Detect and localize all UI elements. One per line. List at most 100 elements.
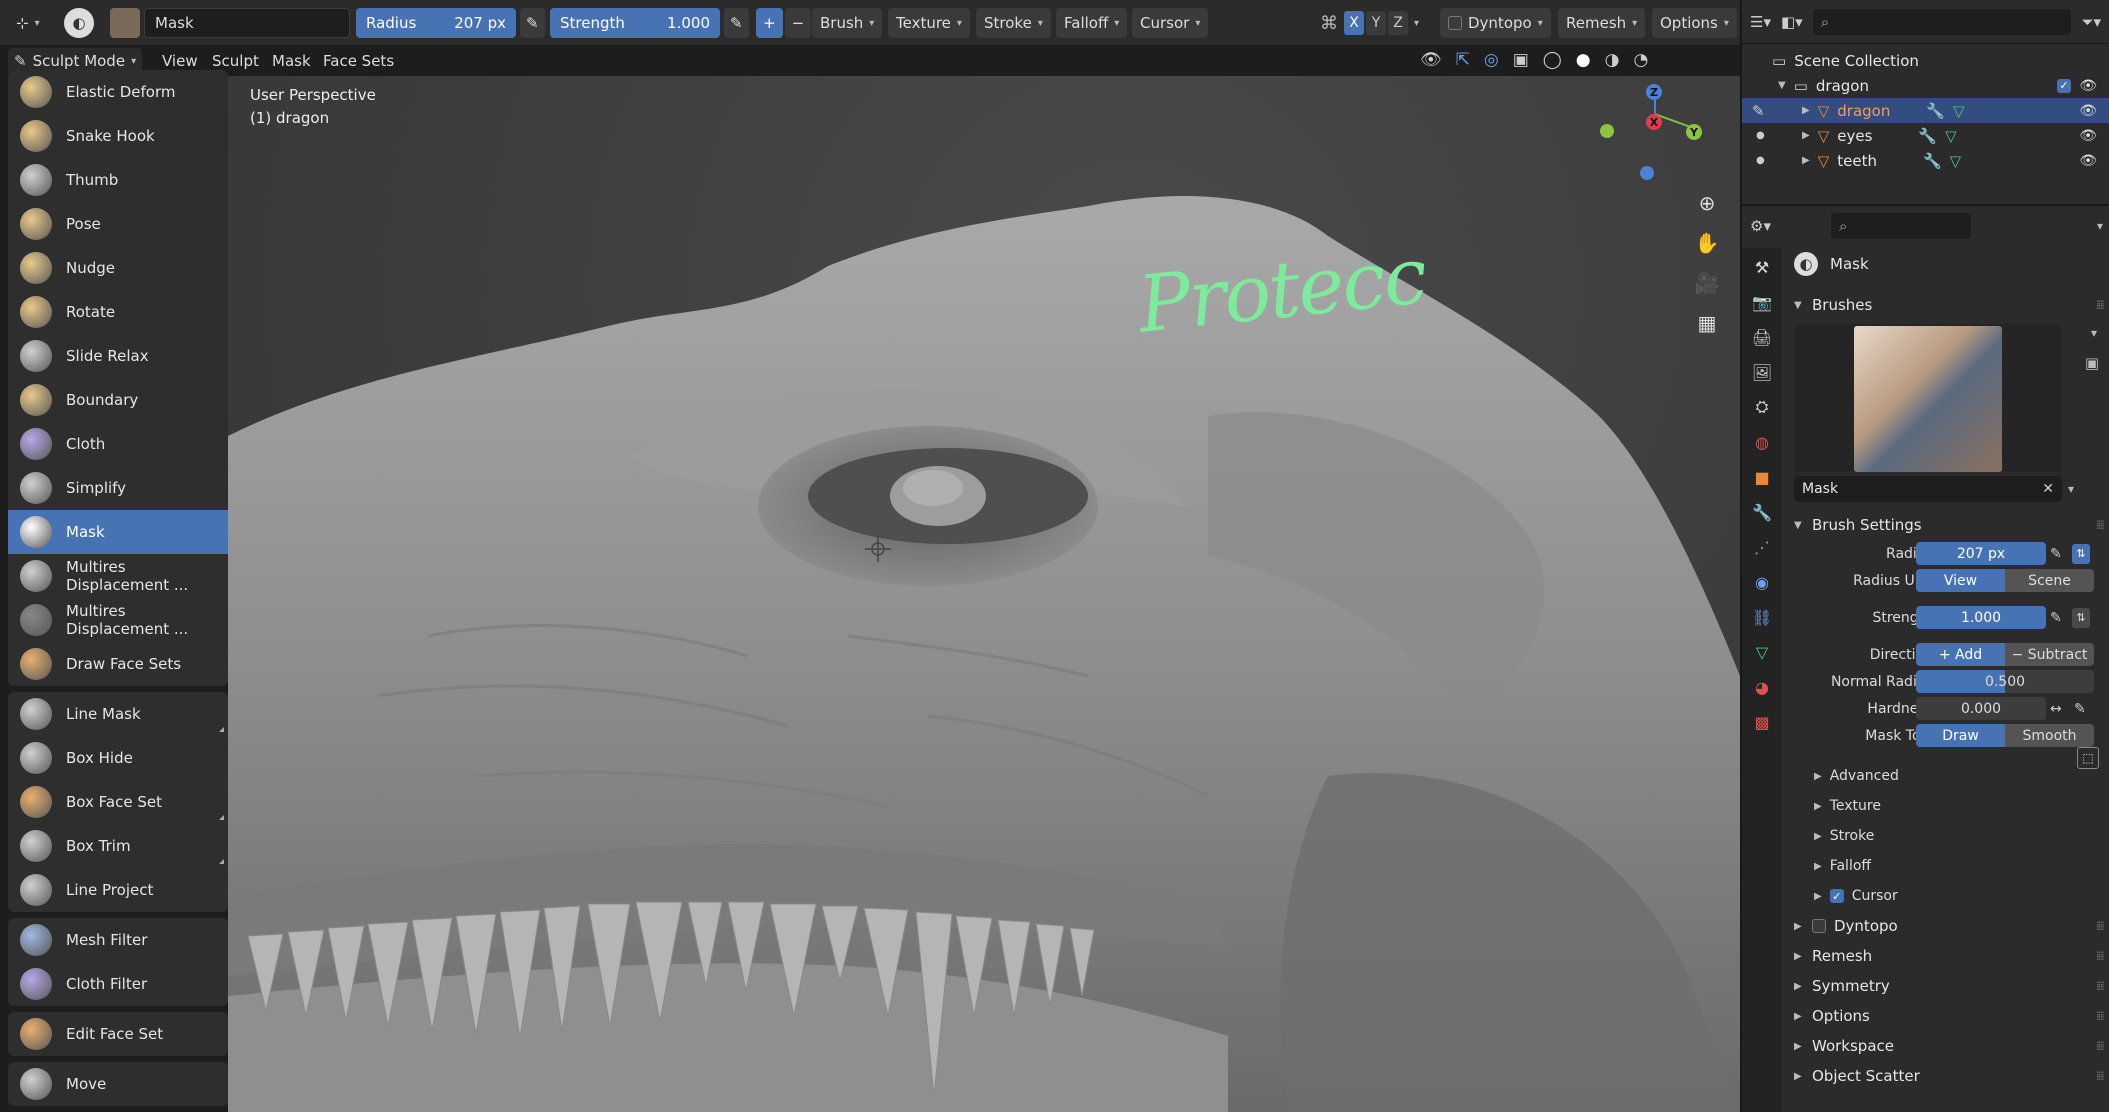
dyntopo-checkbox[interactable] bbox=[1448, 16, 1462, 30]
tool-box-face-set[interactable]: Box Face Set bbox=[8, 780, 228, 824]
mesh-data-icon[interactable]: ▽ bbox=[1945, 127, 1957, 145]
workspace-panel-header[interactable]: ▶ Workspace ⁞⁞⁞⁞ bbox=[1782, 1031, 2109, 1061]
gizmo-toggle-icon[interactable]: ⇱ bbox=[1456, 50, 1470, 70]
mask-tool-draw-option[interactable]: Draw bbox=[1916, 724, 2005, 747]
pen-pressure-icon[interactable]: ✎ bbox=[2050, 546, 2062, 562]
remesh-menu[interactable]: Remesh ▾ bbox=[1558, 8, 1646, 38]
texture-subpanel[interactable]: ▶ Texture bbox=[1782, 791, 2109, 821]
brush-menu-dropdown-icon[interactable]: ▾ bbox=[2068, 482, 2074, 496]
active-tool-icon[interactable]: ◐ bbox=[64, 8, 94, 38]
normal-radius-slider[interactable]: 0.500 bbox=[1916, 670, 2094, 693]
material-shading-icon[interactable]: ◑ bbox=[1605, 50, 1620, 70]
direction-subtract-option[interactable]: − Subtract bbox=[2005, 643, 2094, 666]
tool-tab-icon[interactable]: ⚒ bbox=[1750, 254, 1774, 280]
falloff-subpanel[interactable]: ▶ Falloff bbox=[1782, 851, 2109, 881]
z-axis-icon[interactable]: Z bbox=[1646, 84, 1662, 100]
texture-menu[interactable]: Texture ▾ bbox=[888, 8, 970, 38]
strength-value-field[interactable]: 1.000 bbox=[1916, 606, 2046, 629]
tool-simplify[interactable]: Simplify bbox=[8, 466, 228, 510]
cursor-checkbox[interactable]: ✓ bbox=[1829, 889, 1844, 903]
brush-list-dropdown-icon[interactable]: ▾ bbox=[2091, 326, 2097, 340]
tool-nudge[interactable]: Nudge bbox=[8, 246, 228, 290]
modifier-wrench-icon[interactable]: 🔧 bbox=[1918, 127, 1937, 145]
visibility-eye-icon[interactable]: 👁 bbox=[2079, 153, 2097, 169]
view-menu[interactable]: View bbox=[162, 52, 198, 70]
expand-icon[interactable]: ▶ bbox=[1802, 130, 1810, 141]
brush-image-icon[interactable]: ▣ bbox=[2085, 354, 2099, 372]
filter-icon[interactable]: ⏷▾ bbox=[2081, 13, 2101, 31]
symmetry-panel-header[interactable]: ▶ Symmetry ⁞⁞⁞⁞ bbox=[1782, 971, 2109, 1001]
visibility-eye-icon[interactable]: 👁 bbox=[2079, 103, 2097, 119]
radius-pressure-button[interactable]: ✎ bbox=[520, 8, 545, 38]
outliner-row-teeth[interactable]: ● ▶ ▽ teeth 🔧 ▽ 👁 bbox=[1742, 148, 2109, 173]
tool-thumb[interactable]: Thumb bbox=[8, 158, 228, 202]
face-sets-menu[interactable]: Face Sets bbox=[323, 52, 394, 70]
outliner-editor-icon[interactable]: ☰▾ bbox=[1750, 13, 1771, 31]
properties-options-icon[interactable]: ▾ bbox=[2097, 219, 2103, 233]
tool-elastic-deform[interactable]: Elastic Deform bbox=[8, 70, 228, 114]
hardness-slider[interactable]: 0.000 bbox=[1916, 697, 2046, 720]
direction-add-option[interactable]: + Add bbox=[1916, 643, 2005, 666]
mesh-data-icon[interactable]: ▽ bbox=[1953, 102, 1965, 120]
constraints-tab-icon[interactable]: ⛓ bbox=[1750, 604, 1774, 630]
options-panel-header[interactable]: ▶ Options ⁞⁞⁞⁞ bbox=[1782, 1001, 2109, 1031]
brush-selector[interactable]: Mask bbox=[110, 8, 350, 38]
editor-type-button[interactable]: ⊹ ▾ bbox=[8, 8, 48, 38]
output-tab-icon[interactable]: 🖨 bbox=[1750, 324, 1774, 350]
display-mode-icon[interactable]: ◧▾ bbox=[1781, 13, 1803, 31]
scene-collection-row[interactable]: ▭ Scene Collection bbox=[1742, 48, 2109, 73]
particles-tab-icon[interactable]: ⋰ bbox=[1750, 534, 1774, 560]
tool-boundary[interactable]: Boundary bbox=[8, 378, 228, 422]
pan-hand-icon[interactable]: ✋ bbox=[1692, 228, 1722, 258]
tool-cloth-filter[interactable]: Cloth Filter bbox=[8, 962, 228, 1006]
include-checkbox[interactable]: ✓ bbox=[2057, 78, 2071, 93]
dyntopo-panel-header[interactable]: ▶ Dyntopo ⁞⁞⁞⁞ bbox=[1782, 911, 2109, 941]
mesh-data-icon[interactable]: ▽ bbox=[1950, 152, 1962, 170]
rendered-shading-icon[interactable]: ◔ bbox=[1633, 50, 1648, 70]
tool-mask[interactable]: Mask bbox=[8, 510, 228, 554]
brushes-panel-header[interactable]: ▼ Brushes ⁞⁞⁞⁞ bbox=[1782, 290, 2109, 320]
direction-toggle[interactable]: + − bbox=[756, 8, 812, 38]
add-icon[interactable]: + bbox=[756, 8, 783, 38]
mask-brush-thumbnail[interactable] bbox=[1854, 326, 2002, 472]
mask-menu[interactable]: Mask bbox=[272, 52, 311, 70]
dyntopo-menu[interactable]: Dyntopo ▾ bbox=[1440, 8, 1551, 38]
visibility-eye-icon[interactable]: 👁 bbox=[2079, 78, 2097, 94]
tool-line-mask[interactable]: Line Mask bbox=[8, 692, 228, 736]
outliner-row-dragon-collection[interactable]: ▼ ▭ dragon ✓ 👁 bbox=[1742, 73, 2109, 98]
scene-tab-icon[interactable]: ⛭ bbox=[1750, 394, 1774, 420]
tool-move[interactable]: Move bbox=[8, 1062, 228, 1106]
mask-tool-smooth-option[interactable]: Smooth bbox=[2005, 724, 2094, 747]
tool-multires-displacement[interactable]: Multires Displacement ... bbox=[8, 554, 228, 598]
visibility-icon[interactable]: 👁 bbox=[1420, 50, 1442, 70]
strength-field[interactable]: Strength 1.000 bbox=[550, 8, 720, 38]
expand-icon[interactable]: ▶ bbox=[1802, 105, 1810, 116]
camera-icon[interactable]: 🎥 bbox=[1692, 268, 1722, 298]
modifier-wrench-icon[interactable]: 🔧 bbox=[1926, 102, 1945, 120]
falloff-menu[interactable]: Falloff ▾ bbox=[1056, 8, 1128, 38]
stroke-menu[interactable]: Stroke ▾ bbox=[976, 8, 1051, 38]
zoom-icon[interactable]: ⊕ bbox=[1692, 188, 1722, 218]
radius-value-field[interactable]: 207 px bbox=[1916, 542, 2046, 565]
expand-icon[interactable]: ▼ bbox=[1778, 80, 1786, 91]
tool-box-hide[interactable]: Box Hide bbox=[8, 736, 228, 780]
use-pressure-toggle[interactable]: ⇅ bbox=[2072, 543, 2090, 564]
tool-line-project[interactable]: Line Project bbox=[8, 868, 228, 912]
y-axis-icon[interactable]: Y bbox=[1686, 124, 1702, 140]
brush-settings-panel-header[interactable]: ▼ Brush Settings ⁞⁞⁞⁞ bbox=[1782, 510, 2109, 540]
neg-y-axis-icon[interactable] bbox=[1600, 124, 1614, 138]
modifier-wrench-icon[interactable]: 🔧 bbox=[1923, 152, 1942, 170]
brush-menu[interactable]: Brush ▾ bbox=[812, 8, 883, 38]
brush-name-field[interactable]: Mask ✕ bbox=[1794, 476, 2062, 502]
expand-icon[interactable]: ▶ bbox=[1802, 155, 1810, 166]
object-scatter-panel-header[interactable]: ▶ Object Scatter ⁞⁞⁞⁞ bbox=[1782, 1061, 2109, 1091]
x-axis-icon[interactable]: X bbox=[1646, 114, 1662, 130]
overlay-toggle-icon[interactable]: ◎ bbox=[1484, 50, 1499, 70]
tool-edit-face-set[interactable]: Edit Face Set bbox=[8, 1012, 228, 1056]
symmetry-icon[interactable]: ⌘ bbox=[1320, 8, 1338, 38]
outliner-row-eyes[interactable]: ● ▶ ▽ eyes 🔧 ▽ 👁 bbox=[1742, 123, 2109, 148]
tool-rotate[interactable]: Rotate bbox=[8, 290, 228, 334]
neg-z-axis-icon[interactable] bbox=[1640, 166, 1654, 180]
unlink-brush-icon[interactable]: ✕ bbox=[2042, 481, 2054, 497]
dyntopo-checkbox[interactable] bbox=[1812, 919, 1826, 933]
